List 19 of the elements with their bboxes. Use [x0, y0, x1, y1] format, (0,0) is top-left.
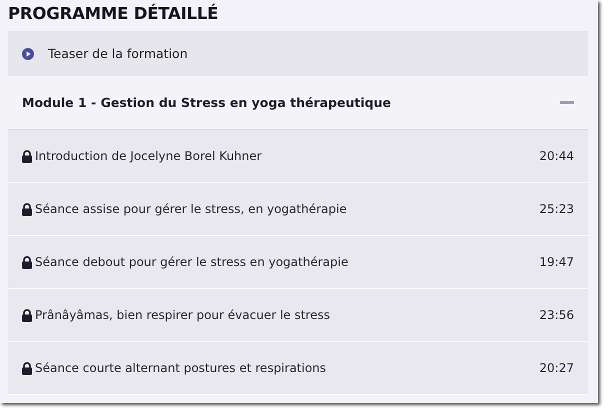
lesson-duration: 20:44 — [539, 149, 574, 163]
lesson-title: Prânâyâmas, bien respirer pour évacuer le stress — [35, 308, 331, 322]
lesson-duration: 23:56 — [539, 308, 574, 322]
lesson-title: Introduction de Jocelyne Borel Kuhner — [35, 149, 263, 163]
play-icon — [22, 48, 34, 60]
lesson-title: Séance assise pour gérer le stress, en yogathérapie — [35, 202, 348, 216]
lesson-row[interactable]: Prânâyâmas, bien respirer pour évacuer le stress 23:56 — [8, 289, 588, 342]
lesson-row[interactable]: Séance courte alternant postures et respirations 20:27 — [8, 342, 588, 395]
lesson-duration: 25:23 — [539, 202, 574, 216]
lesson-title: Séance debout pour gérer le stress en yogathérapie — [35, 255, 350, 269]
teaser-row[interactable]: Teaser de la formation — [8, 31, 588, 76]
lesson-row[interactable]: Introduction de Jocelyne Borel Kuhner 20:44 — [8, 130, 588, 183]
lesson-duration: 19:47 — [539, 255, 574, 269]
lesson-duration: 20:27 — [539, 361, 574, 375]
lesson-row[interactable]: Séance debout pour gérer le stress en yogathérapie 19:47 — [8, 236, 588, 289]
collapse-icon — [560, 101, 574, 104]
lesson-row[interactable]: Séance assise pour gérer le stress, en yogathérapie 25:23 — [8, 183, 588, 236]
section-title: PROGRAMME DÉTAILLÉ — [8, 2, 220, 25]
lesson-title: Séance courte alternant postures et respirations — [35, 361, 328, 375]
